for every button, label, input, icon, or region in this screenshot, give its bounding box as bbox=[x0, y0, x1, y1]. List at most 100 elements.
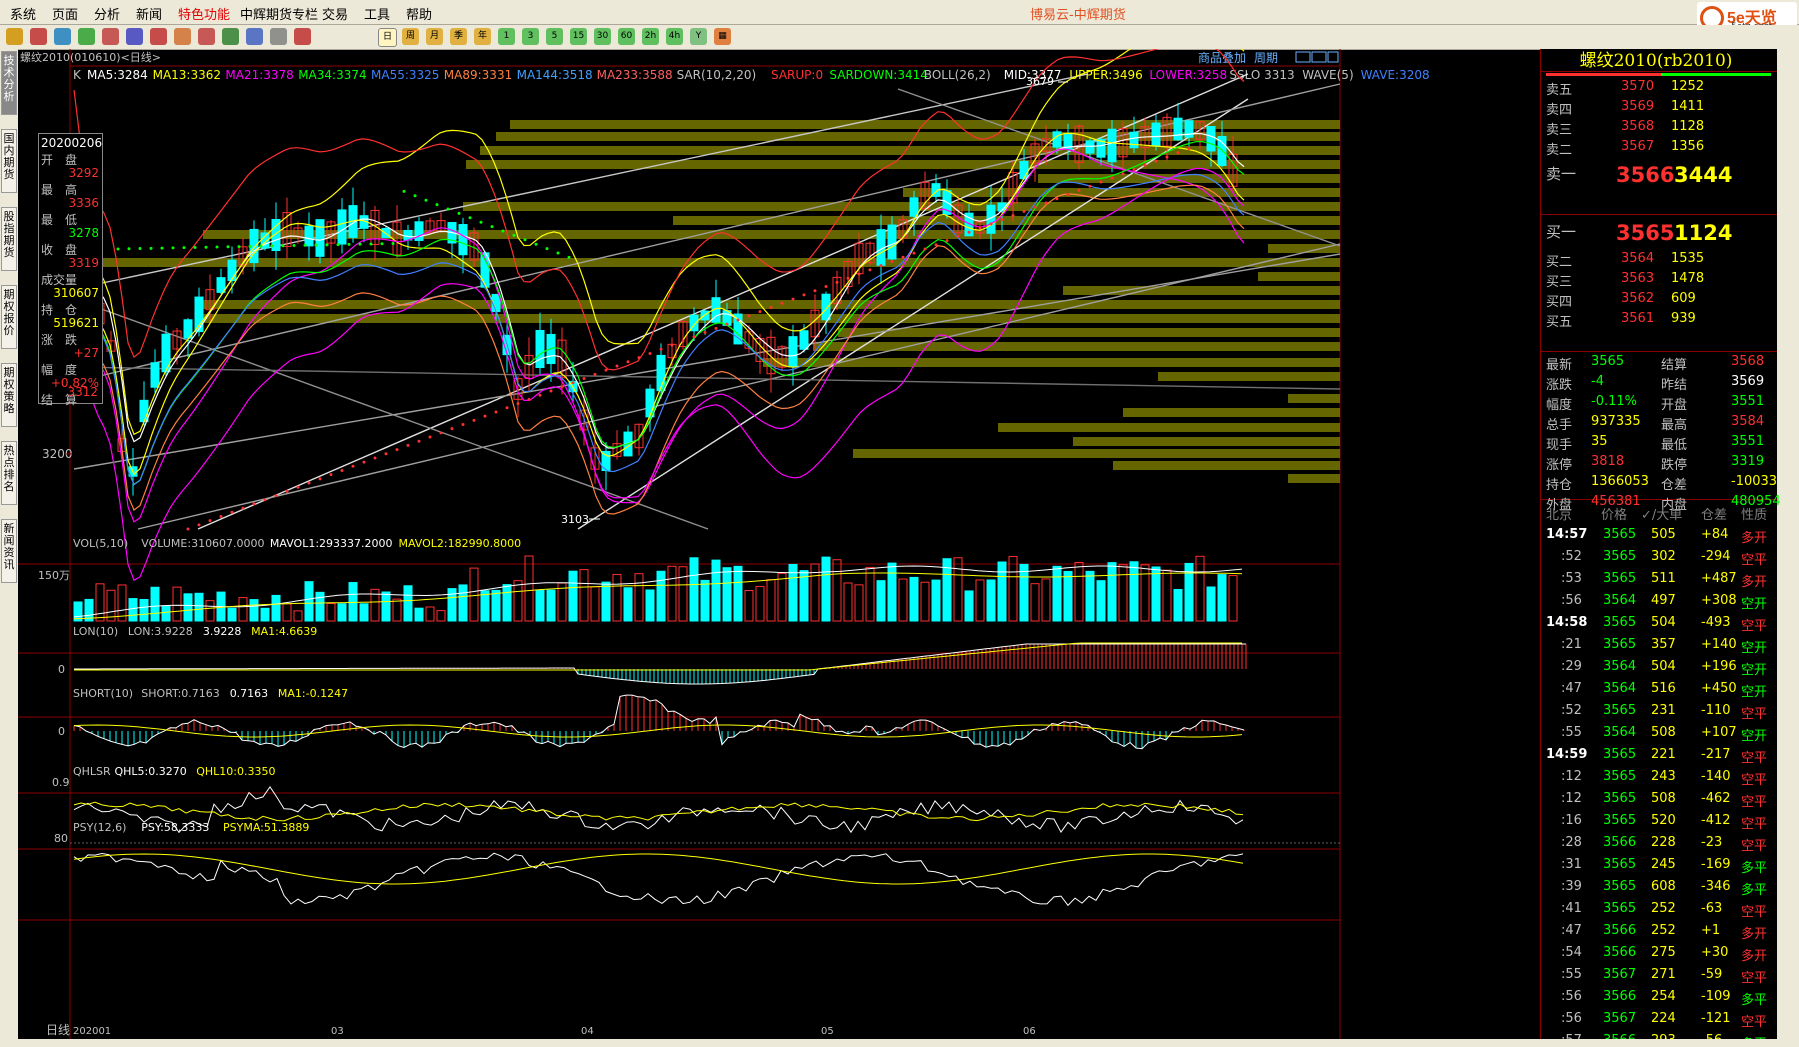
bid-label: 买一 bbox=[1546, 223, 1577, 241]
left-tab-4[interactable]: 期权策略 bbox=[1, 363, 17, 427]
vol-tick: 150万 bbox=[38, 569, 70, 582]
left-tab-5[interactable]: 热点排名 bbox=[1, 441, 17, 505]
left-tab-3[interactable]: 期权报价 bbox=[1, 285, 17, 349]
quote-separator-2 bbox=[1541, 351, 1777, 352]
trend-line-8 bbox=[73, 366, 1341, 390]
short-legend-2: 0.7163 bbox=[230, 687, 269, 700]
sar-dot bbox=[259, 244, 263, 248]
tick-price: 3565 bbox=[1603, 703, 1637, 718]
menu-item-5[interactable]: 中辉期货专栏 bbox=[240, 4, 318, 23]
bid-price: 3565 bbox=[1616, 221, 1675, 245]
toolbar-icon-3[interactable] bbox=[78, 28, 95, 45]
sar-dot bbox=[417, 439, 421, 443]
stat-value: 3565 bbox=[1591, 354, 1625, 369]
trend-line-6 bbox=[73, 298, 709, 530]
volume-bar bbox=[865, 566, 875, 622]
volume-bar bbox=[986, 579, 996, 622]
zoom-icon[interactable] bbox=[1295, 51, 1311, 63]
volume-bar bbox=[645, 589, 655, 622]
volume-bar bbox=[920, 581, 930, 622]
candle bbox=[304, 225, 314, 247]
info-vol: 310607 bbox=[53, 286, 99, 300]
toolbar-icon-0[interactable] bbox=[6, 28, 23, 45]
menu-item-4[interactable]: 特色功能 bbox=[178, 4, 230, 23]
chart-area[interactable]: 螺纹2010(010610)<日线> 商品叠加 周期 K MA5:3284 MA13:33… bbox=[18, 49, 1540, 1039]
toolbar-icon-7[interactable] bbox=[174, 28, 191, 45]
sar-dot bbox=[626, 360, 630, 364]
ask-price: 3570 bbox=[1621, 79, 1655, 94]
period-button-10[interactable]: 2h bbox=[642, 28, 659, 45]
tick-price: 3567 bbox=[1603, 967, 1637, 982]
period-day-button[interactable]: 日 bbox=[378, 28, 397, 47]
toolbar-icon-12[interactable] bbox=[294, 28, 311, 45]
volume-bar bbox=[183, 593, 193, 622]
left-tab-2[interactable]: 股指期货 bbox=[1, 207, 17, 271]
tick-volume: 271 bbox=[1651, 967, 1676, 982]
stat-label: 最高 bbox=[1661, 418, 1688, 433]
period-button-9[interactable]: 60 bbox=[618, 28, 635, 45]
period-button-0[interactable]: 周 bbox=[402, 28, 419, 45]
stat-row-2: 幅度 -0.11% 开盘 3551 bbox=[1541, 394, 1771, 413]
toolbar-icon-10[interactable] bbox=[246, 28, 263, 45]
sar-dot bbox=[1099, 180, 1103, 184]
period-button-3[interactable]: 年 bbox=[474, 28, 491, 45]
ask-label: 卖五 bbox=[1546, 83, 1573, 98]
period-button-12[interactable]: Y bbox=[690, 28, 707, 45]
toolbar-icon-5[interactable] bbox=[126, 28, 143, 45]
layout-icon[interactable] bbox=[1311, 51, 1327, 63]
menu-item-7[interactable]: 工具 bbox=[364, 4, 390, 23]
period-button-5[interactable]: 3 bbox=[522, 28, 539, 45]
volume-bar bbox=[1217, 574, 1227, 622]
menu-item-3[interactable]: 新闻 bbox=[136, 4, 162, 23]
menu-item-6[interactable]: 交易 bbox=[322, 4, 348, 23]
toolbar-icon-1[interactable] bbox=[30, 28, 47, 45]
tick-row: :12 3565 243 -140 空平 bbox=[1541, 769, 1771, 788]
bid-volume: 1478 bbox=[1671, 271, 1705, 286]
sar-dot bbox=[468, 216, 472, 220]
sar-dot bbox=[413, 194, 417, 198]
left-tab-1[interactable]: 国内期货 bbox=[1, 129, 17, 193]
left-tab-0[interactable]: 技术分析 bbox=[1, 51, 17, 115]
volume-bar bbox=[1206, 586, 1216, 622]
left-tab-6[interactable]: 新闻资讯 bbox=[1, 519, 17, 583]
period-button-4[interactable]: 1 bbox=[498, 28, 515, 45]
period-button-11[interactable]: 4h bbox=[666, 28, 683, 45]
sar-dot bbox=[868, 268, 872, 272]
toolbar-icon-8[interactable] bbox=[198, 28, 215, 45]
tick-price: 3565 bbox=[1603, 813, 1637, 828]
toolbar-icon-11[interactable] bbox=[270, 28, 287, 45]
volume-bar bbox=[777, 572, 787, 622]
stat-label: 幅度 bbox=[1546, 398, 1573, 413]
sar-dot bbox=[901, 255, 905, 259]
volume-profile-bar bbox=[1288, 474, 1340, 483]
tick-price: 3565 bbox=[1603, 769, 1637, 784]
period-button-8[interactable]: 30 bbox=[594, 28, 611, 45]
period-button-7[interactable]: 15 bbox=[570, 28, 587, 45]
tick-price: 3566 bbox=[1603, 923, 1637, 938]
tick-volume: 508 bbox=[1651, 791, 1676, 806]
kline-chart[interactable]: 螺纹2010(010610)<日线> 商品叠加 周期 K MA5:3284 MA13:33… bbox=[18, 49, 1540, 1039]
bid-volume: 1124 bbox=[1674, 221, 1733, 245]
period-button-6[interactable]: 5 bbox=[546, 28, 563, 45]
sar-dot bbox=[171, 246, 175, 250]
toolbar-icon-6[interactable] bbox=[150, 28, 167, 45]
menu-item-2[interactable]: 分析 bbox=[94, 4, 120, 23]
tick-nature: 空开 bbox=[1741, 597, 1768, 612]
period-button-2[interactable]: 季 bbox=[450, 28, 467, 45]
tick-time: :29 bbox=[1561, 659, 1582, 674]
ma-legend-5: MA89:3331 bbox=[444, 68, 512, 82]
tick-nature: 空平 bbox=[1741, 971, 1768, 986]
menu-item-1[interactable]: 页面 bbox=[52, 4, 78, 23]
info-low: 3278 bbox=[68, 226, 99, 240]
period-button-13[interactable]: ▦ bbox=[714, 28, 731, 45]
toolbar-icon-4[interactable] bbox=[102, 28, 119, 45]
toolbar-icon-2[interactable] bbox=[54, 28, 71, 45]
toolbar-icon-9[interactable] bbox=[222, 28, 239, 45]
volume-profile-bar bbox=[1123, 408, 1340, 417]
quote-scrollbar[interactable] bbox=[1777, 49, 1799, 1039]
menu-item-0[interactable]: 系统 bbox=[10, 4, 36, 23]
period-button-1[interactable]: 月 bbox=[426, 28, 443, 45]
menu-item-8[interactable]: 帮助 bbox=[406, 4, 432, 23]
short-legend-1: SHORT:0.7163 bbox=[141, 687, 219, 700]
close-chart-icon[interactable] bbox=[1327, 51, 1339, 63]
